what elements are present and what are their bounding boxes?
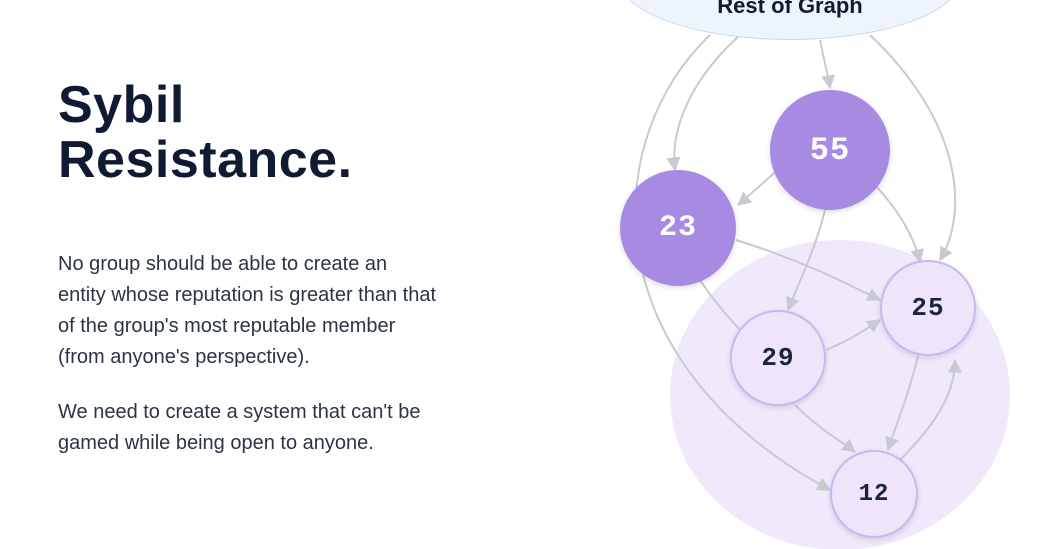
title-line-1: Sybil	[58, 76, 185, 134]
node-55-value: 55	[810, 132, 850, 169]
node-29: 29	[730, 310, 826, 406]
root-node-label: Rest of Graph	[717, 0, 862, 19]
node-25-value: 25	[911, 293, 944, 323]
root-node: Rest of Graph	[620, 0, 960, 40]
node-29-value: 29	[761, 343, 794, 373]
title-line-2: Resistance.	[58, 133, 353, 188]
paragraph-1: No group should be able to create an ent…	[58, 249, 438, 373]
node-12-value: 12	[859, 481, 890, 508]
graph-diagram: Rest of Graph 55 23 25 29 12	[540, 0, 1060, 549]
node-12: 12	[830, 450, 918, 538]
node-23-value: 23	[659, 211, 697, 245]
paragraph-2: We need to create a system that can't be…	[58, 397, 438, 459]
node-55: 55	[770, 90, 890, 210]
node-25: 25	[880, 260, 976, 356]
slide: Sybil Resistance. No group should be abl…	[0, 0, 1060, 549]
page-title: Sybil Resistance.	[58, 78, 478, 187]
body-text: No group should be able to create an ent…	[58, 249, 438, 459]
text-column: Sybil Resistance. No group should be abl…	[58, 78, 478, 459]
node-23: 23	[620, 170, 736, 286]
